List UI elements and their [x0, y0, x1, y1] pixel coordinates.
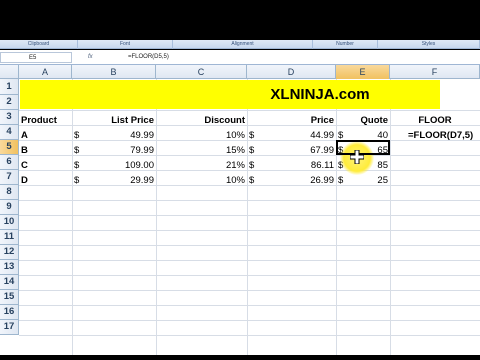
ribbon-group-styles[interactable]: Styles: [378, 40, 480, 49]
cell-discount[interactable]: 10%: [156, 173, 245, 188]
banner-title: XLNINJA.com: [270, 86, 370, 103]
formula-bar: E5 fx =FLOOR(D5,5): [0, 50, 480, 65]
row-header-9[interactable]: 9: [0, 200, 19, 215]
row-header-4[interactable]: 4: [0, 125, 19, 140]
row-header-14[interactable]: 14: [0, 275, 19, 290]
row-header-11[interactable]: 11: [0, 230, 19, 245]
cell-list-price[interactable]: 109.00: [72, 158, 154, 173]
cell-discount[interactable]: 15%: [156, 143, 245, 158]
row-header-1[interactable]: 1: [0, 79, 19, 95]
column-header-e[interactable]: E: [336, 65, 390, 79]
cell-list-price[interactable]: 29.99: [72, 173, 154, 188]
cell-price[interactable]: 86.11: [247, 158, 334, 173]
row-header-12[interactable]: 12: [0, 245, 19, 260]
cell-product[interactable]: D: [21, 173, 71, 188]
column-header-c[interactable]: C: [156, 65, 247, 79]
gridline: [19, 200, 480, 201]
gridline: [19, 320, 480, 321]
screen-frame: Clipboard Font Alignment Number Styles E…: [0, 0, 480, 360]
select-all-corner[interactable]: [0, 65, 19, 79]
row-header-7[interactable]: 7: [0, 170, 19, 185]
fx-icon[interactable]: fx: [88, 52, 106, 63]
cell-quote[interactable]: 25: [336, 173, 388, 188]
header-list-price[interactable]: List Price: [72, 113, 154, 128]
gridline: [19, 245, 480, 246]
ribbon-group-font[interactable]: Font: [78, 40, 173, 49]
row-header-2[interactable]: 2: [0, 95, 19, 110]
header-price[interactable]: Price: [247, 113, 334, 128]
ribbon-group-number[interactable]: Number: [313, 40, 378, 49]
header-floor[interactable]: FLOOR: [390, 113, 480, 128]
header-quote[interactable]: Quote: [336, 113, 388, 128]
cell-floor[interactable]: =FLOOR(D7,5): [408, 128, 480, 143]
column-header-f[interactable]: F: [390, 65, 480, 79]
formula-input[interactable]: =FLOOR(D5,5): [128, 52, 169, 62]
row-header-16[interactable]: 16: [0, 305, 19, 320]
bottom-bar: [0, 355, 480, 360]
row-header-10[interactable]: 10: [0, 215, 19, 230]
cell-floor[interactable]: [408, 173, 480, 188]
cell-floor[interactable]: [408, 143, 480, 158]
row-header-17[interactable]: 17: [0, 320, 19, 335]
cell-price[interactable]: 44.99: [247, 128, 334, 143]
header-discount[interactable]: Discount: [156, 113, 245, 128]
cell-discount[interactable]: 10%: [156, 128, 245, 143]
name-box[interactable]: E5: [0, 52, 72, 63]
cell-floor[interactable]: [408, 158, 480, 173]
worksheet-grid[interactable]: A B C D E F 1 2 3 4 5 6 7 8 9 10 11 12 1…: [0, 65, 480, 355]
header-product[interactable]: Product: [21, 113, 57, 128]
row-header-15[interactable]: 15: [0, 290, 19, 305]
row-header-5[interactable]: 5: [0, 140, 19, 155]
column-header-b[interactable]: B: [72, 65, 156, 79]
cell-product[interactable]: A: [21, 128, 71, 143]
cell-product[interactable]: C: [21, 158, 71, 173]
cell-price[interactable]: 26.99: [247, 173, 334, 188]
gridline: [19, 335, 480, 336]
cell-list-price[interactable]: 79.99: [72, 143, 154, 158]
row-header-6[interactable]: 6: [0, 155, 19, 170]
cell-list-price[interactable]: 49.99: [72, 128, 154, 143]
gridline: [19, 110, 480, 111]
gridline: [19, 305, 480, 306]
cell-cursor-icon: [350, 150, 364, 164]
row-header-3[interactable]: 3: [0, 110, 19, 125]
gridline: [19, 215, 480, 216]
cell-product[interactable]: B: [21, 143, 71, 158]
gridline: [19, 230, 480, 231]
gridline: [19, 275, 480, 276]
row-header-13[interactable]: 13: [0, 260, 19, 275]
ribbon-group-alignment[interactable]: Alignment: [173, 40, 313, 49]
cell-discount[interactable]: 21%: [156, 158, 245, 173]
column-header-bar: A B C D E F: [0, 65, 480, 79]
ribbon: Clipboard Font Alignment Number Styles: [0, 40, 480, 49]
column-header-d[interactable]: D: [247, 65, 336, 79]
gridline: [19, 290, 480, 291]
column-header-a[interactable]: A: [19, 65, 72, 79]
cell-price[interactable]: 67.99: [247, 143, 334, 158]
gridline: [19, 260, 480, 261]
row-header-8[interactable]: 8: [0, 185, 19, 200]
ribbon-group-clipboard[interactable]: Clipboard: [0, 40, 78, 49]
